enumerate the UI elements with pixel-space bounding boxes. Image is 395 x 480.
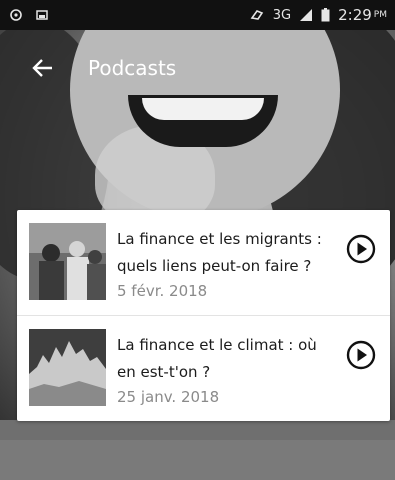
sync-icon (250, 10, 263, 20)
clock: 2:29 (338, 6, 372, 24)
podcast-title: La finance et les migrants : quels liens… (117, 230, 322, 275)
app-bar: Podcasts (0, 44, 395, 92)
podcast-date: 25 janv. 2018 (117, 388, 220, 406)
podcast-title: La finance et le climat : où en est-t'on… (117, 336, 317, 381)
podcast-item[interactable]: La finance et le climat : où en est-t'on… (17, 316, 390, 421)
settings-notification-icon (10, 9, 22, 21)
play-circle-icon[interactable] (346, 340, 376, 370)
podcast-item[interactable]: La finance et les migrants : quels liens… (17, 210, 390, 316)
arrow-back-icon[interactable] (28, 53, 58, 83)
clock-ampm: PM (373, 10, 387, 20)
battery-icon (321, 8, 330, 22)
network-type: 3G (272, 7, 292, 23)
podcast-list: La finance et les migrants : quels liens… (17, 210, 390, 421)
podcast-thumbnail (29, 223, 106, 300)
podcast-date: 5 févr. 2018 (117, 282, 208, 300)
image-notification-icon (36, 10, 48, 20)
signal-icon (300, 9, 313, 21)
play-circle-icon[interactable] (346, 234, 376, 264)
page-title: Podcasts (88, 56, 177, 80)
status-bar: 3G 2:29 PM (0, 0, 395, 30)
podcast-thumbnail (29, 329, 106, 406)
